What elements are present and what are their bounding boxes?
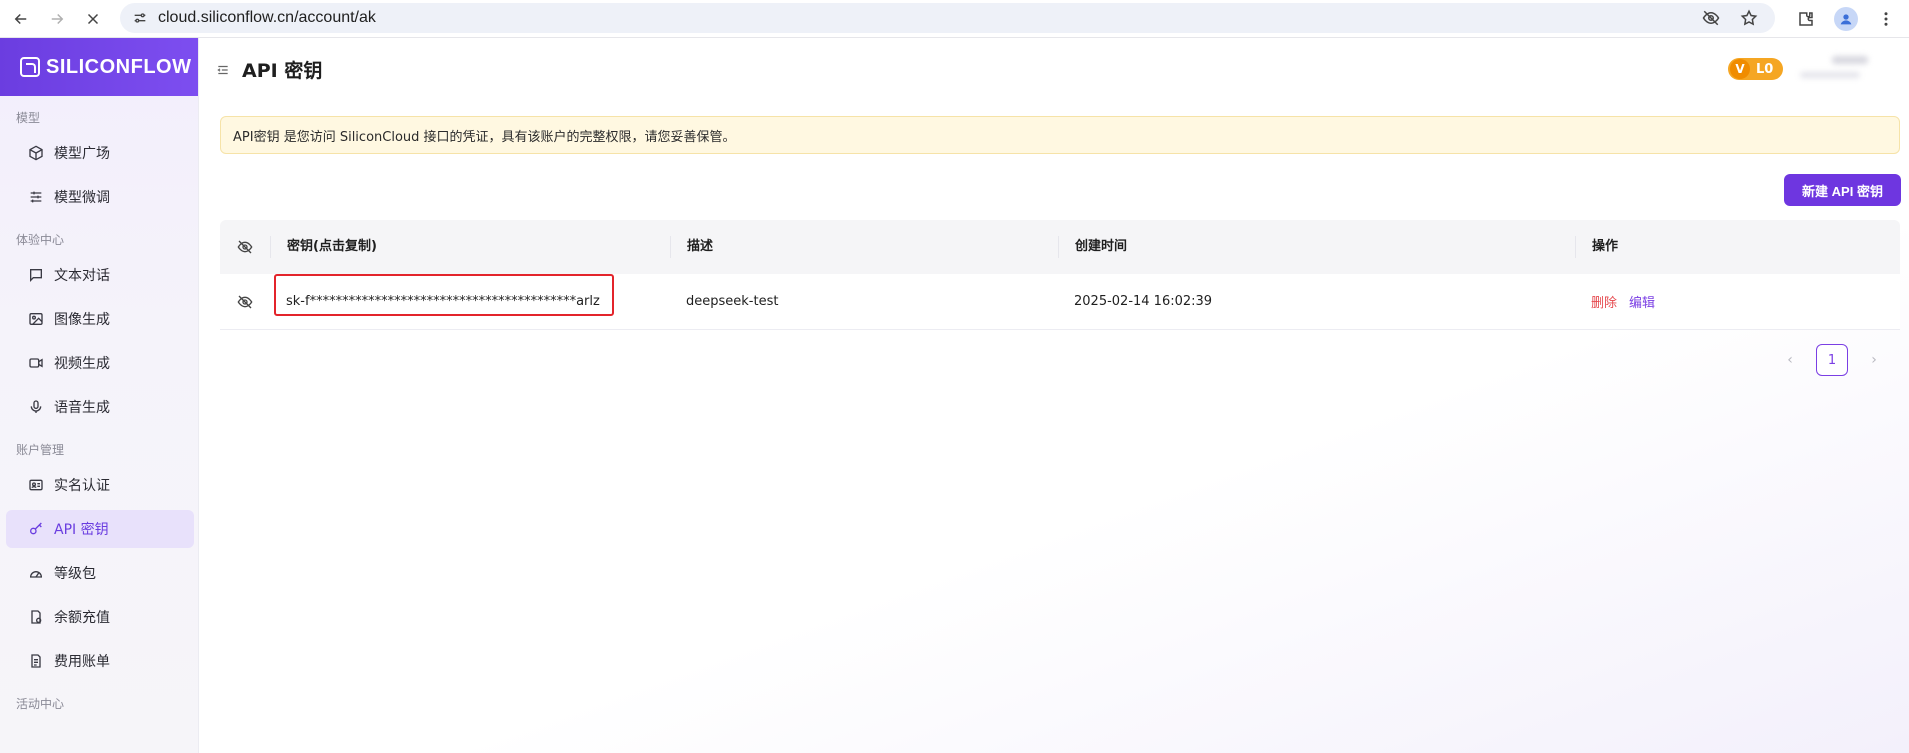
sliders-icon — [28, 189, 44, 205]
stop-loading-icon[interactable] — [78, 4, 108, 34]
logo-text: SILICONFLOW — [46, 55, 192, 78]
api-key-cell[interactable]: sk-f************************************… — [270, 274, 670, 316]
browser-menu-icon[interactable] — [1871, 4, 1901, 34]
sidebar-item-api-keys[interactable]: API 密钥 — [6, 510, 194, 548]
wallet-icon — [28, 609, 44, 625]
sidebar-item-label: 费用账单 — [54, 654, 110, 670]
sidebar-item-voice-gen[interactable]: 语音生成 — [6, 388, 194, 426]
sidebar-item-label: 语音生成 — [54, 400, 110, 416]
sidebar-item-model-finetune[interactable]: 模型微调 — [6, 178, 194, 216]
video-icon — [28, 355, 44, 371]
logo-icon — [20, 57, 40, 77]
user-info-blurred[interactable] — [1792, 52, 1872, 86]
profile-avatar[interactable] — [1831, 4, 1861, 34]
sidebar-item-label: 模型微调 — [54, 190, 110, 206]
level-badge[interactable]: V L0 — [1728, 58, 1784, 80]
sidebar-item-label: 实名认证 — [54, 478, 110, 494]
sidebar-item-label: 余额充值 — [54, 610, 110, 626]
sidebar-item-video-gen[interactable]: 视频生成 — [6, 344, 194, 382]
sidebar-item-identity[interactable]: 实名认证 — [6, 466, 194, 504]
section-title-models: 模型 — [16, 111, 41, 125]
section-title-playground: 体验中心 — [16, 233, 65, 247]
address-bar[interactable]: cloud.siliconflow.cn/account/ak — [120, 3, 1775, 33]
column-header-actions: 操作 — [1575, 236, 1900, 258]
sidebar-item-billing[interactable]: 费用账单 — [6, 642, 194, 680]
api-key-table: 密钥(点击复制) 描述 创建时间 操作 sk-f****************… — [220, 220, 1900, 330]
toggle-visibility-all[interactable] — [220, 239, 270, 255]
delete-link[interactable]: 删除 — [1591, 292, 1617, 311]
extensions-icon[interactable] — [1791, 4, 1821, 34]
sidebar-item-model-square[interactable]: 模型广场 — [6, 134, 194, 172]
image-icon — [28, 311, 44, 327]
browser-toolbar: cloud.siliconflow.cn/account/ak — [0, 0, 1909, 38]
sidebar-item-label: 模型广场 — [54, 146, 110, 162]
url-text[interactable]: cloud.siliconflow.cn/account/ak — [158, 9, 376, 27]
eye-off-icon — [237, 240, 253, 254]
sidebar-item-label: API 密钥 — [54, 522, 109, 538]
column-header-created: 创建时间 — [1058, 236, 1575, 258]
key-icon — [28, 521, 44, 537]
collapse-sidebar-icon[interactable] — [216, 62, 232, 78]
notice-text: API密钥 是您访问 SiliconCloud 接口的凭证，具有该账户的完整权限… — [233, 129, 736, 145]
cube-icon — [28, 145, 44, 161]
sidebar: SILICONFLOW 模型 模型广场 模型微调 体验中心 文本对话 图像生成 … — [0, 38, 199, 753]
edit-link[interactable]: 编辑 — [1629, 292, 1655, 311]
mic-icon — [28, 399, 44, 415]
prev-page-button[interactable]: ‹ — [1776, 346, 1804, 374]
bill-icon — [28, 653, 44, 669]
sidebar-item-label: 图像生成 — [54, 312, 110, 328]
page-title: API 密钥 — [242, 60, 323, 82]
new-api-key-button[interactable]: 新建 API 密钥 — [1784, 174, 1901, 206]
vip-icon: V — [1730, 59, 1750, 79]
next-page-button[interactable]: › — [1860, 346, 1888, 374]
id-card-icon — [28, 477, 44, 493]
sidebar-item-label: 视频生成 — [54, 356, 110, 372]
forward-icon[interactable] — [42, 4, 72, 34]
actions-cell: 删除 编辑 — [1575, 292, 1900, 311]
gauge-icon — [28, 565, 44, 581]
table-header: 密钥(点击复制) 描述 创建时间 操作 — [220, 220, 1900, 274]
back-icon[interactable] — [6, 4, 36, 34]
column-header-key: 密钥(点击复制) — [270, 236, 670, 258]
pagination: ‹ 1 › — [1776, 344, 1888, 376]
notice-banner: API密钥 是您访问 SiliconCloud 接口的凭证，具有该账户的完整权限… — [220, 116, 1900, 154]
column-header-description: 描述 — [670, 236, 1058, 258]
main-content: API 密钥 V L0 API密钥 是您访问 SiliconCloud 接口的凭… — [200, 38, 1909, 753]
table-row: sk-f************************************… — [220, 274, 1900, 330]
description-cell: deepseek-test — [686, 294, 779, 309]
level-text: L0 — [1756, 61, 1774, 77]
sidebar-item-image-gen[interactable]: 图像生成 — [6, 300, 194, 338]
page-header: API 密钥 — [216, 56, 322, 83]
sidebar-item-label: 等级包 — [54, 566, 96, 582]
created-time-cell: 2025-02-14 16:02:39 — [1074, 294, 1213, 309]
toggle-visibility-row[interactable] — [220, 294, 270, 310]
sidebar-item-text-chat[interactable]: 文本对话 — [6, 256, 194, 294]
sidebar-item-label: 文本对话 — [54, 268, 110, 284]
logo[interactable]: SILICONFLOW — [0, 38, 198, 96]
eye-off-icon[interactable] — [1697, 4, 1725, 32]
page-number-current[interactable]: 1 — [1816, 344, 1848, 376]
chat-icon — [28, 267, 44, 283]
site-info-icon[interactable] — [126, 4, 154, 32]
eye-off-icon — [237, 295, 253, 308]
bookmark-star-icon[interactable] — [1735, 4, 1763, 32]
sidebar-item-level-pack[interactable]: 等级包 — [6, 554, 194, 592]
sidebar-item-recharge[interactable]: 余额充值 — [6, 598, 194, 636]
section-title-account: 账户管理 — [16, 443, 65, 457]
highlight-box — [274, 274, 614, 316]
section-title-events: 活动中心 — [16, 697, 65, 711]
